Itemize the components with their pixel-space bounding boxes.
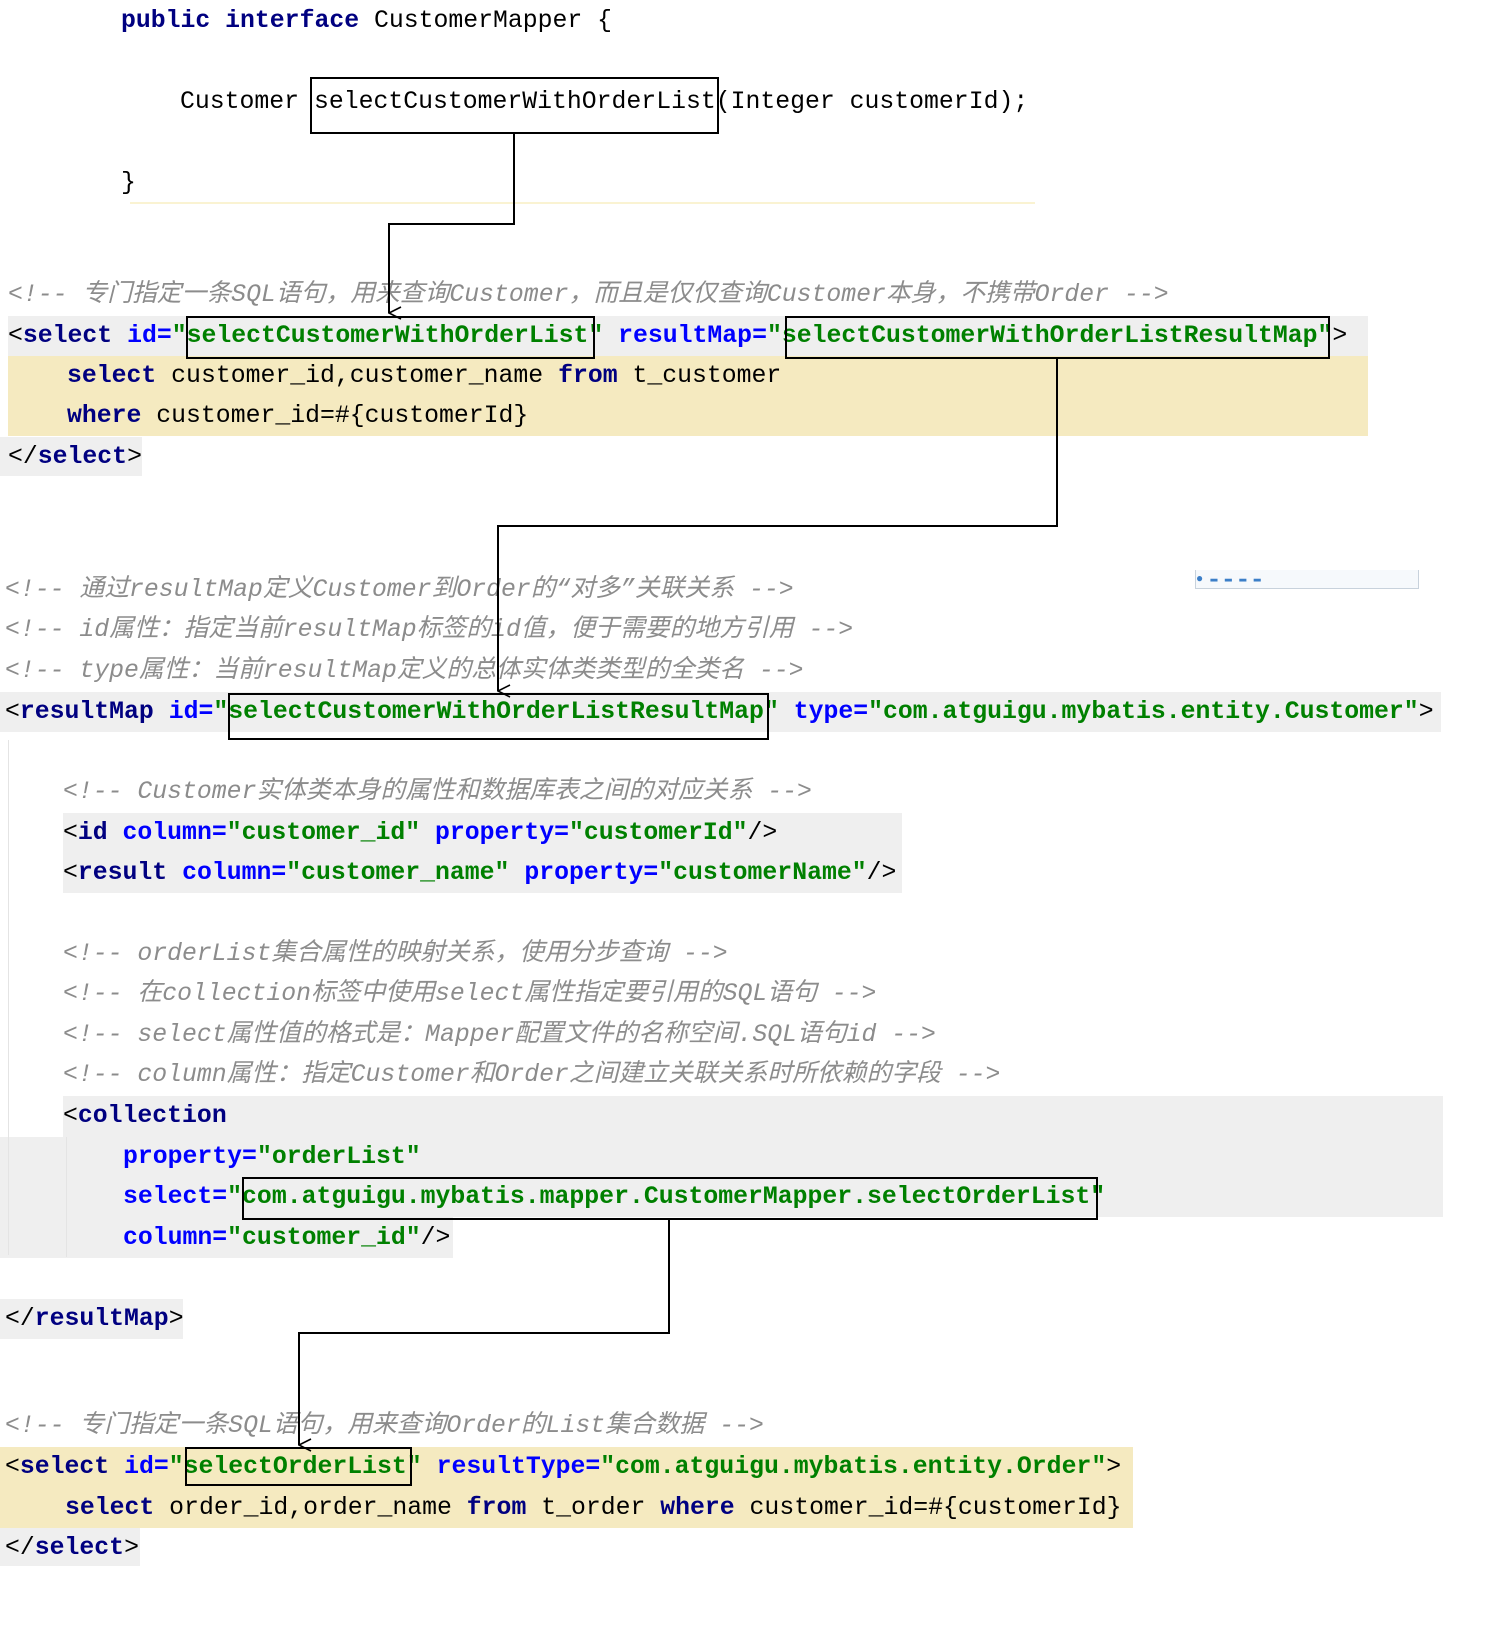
arrow-collection-to-select [298, 1220, 670, 1445]
arrows-layer [298, 134, 1058, 1635]
arrow-select-to-resultmap [497, 359, 1058, 691]
arrow-method-to-select [388, 134, 515, 313]
